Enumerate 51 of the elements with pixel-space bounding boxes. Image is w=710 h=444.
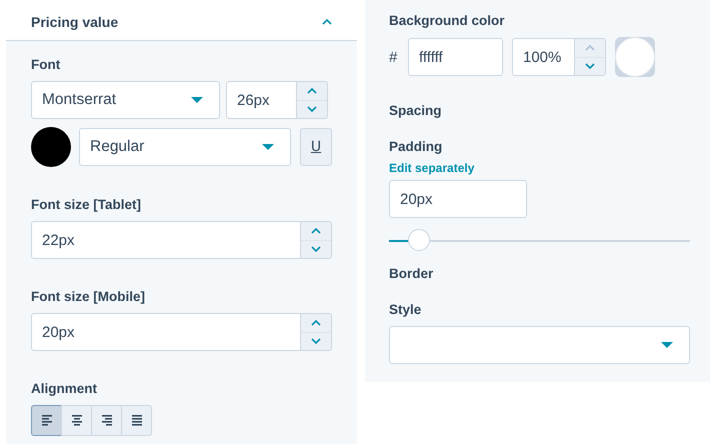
caret-icon	[661, 342, 673, 348]
color-swatch[interactable]	[31, 127, 71, 167]
number-field[interactable]: 100%	[512, 38, 575, 76]
chevron-down-icon	[311, 338, 321, 344]
align-left-button[interactable]	[31, 405, 62, 436]
caret-icon	[262, 144, 274, 150]
field-label: Background color	[389, 13, 505, 29]
chevron-up-icon	[311, 228, 321, 234]
decrement-button[interactable]	[301, 240, 331, 258]
number-field[interactable]: 20px	[31, 313, 301, 351]
color-swatch[interactable]	[615, 37, 655, 77]
field-label: Font size [Mobile]	[31, 289, 146, 305]
increment-button[interactable]	[301, 314, 331, 332]
slider-thumb[interactable]	[408, 229, 430, 251]
chevron-down-icon	[311, 246, 321, 252]
decrement-button[interactable]	[301, 332, 331, 350]
decrement-button[interactable]	[297, 100, 327, 118]
chevron-down-icon	[585, 63, 595, 70]
underline-button[interactable]: U	[300, 128, 332, 166]
field-label: Font size [Tablet]	[31, 197, 142, 213]
section-heading: Spacing	[389, 103, 442, 119]
field-label: Alignment	[31, 381, 98, 397]
dropdown[interactable]: Montserrat	[31, 81, 220, 119]
hash-symbol: #	[389, 48, 398, 66]
slider[interactable]	[389, 229, 690, 253]
field-label: Padding	[389, 139, 442, 155]
section-header[interactable]: Pricing value	[6, 0, 357, 41]
dropdown[interactable]: Regular	[79, 128, 291, 166]
chevron-up-icon	[311, 320, 321, 326]
number-field[interactable]: 22px	[31, 221, 301, 259]
padding-field[interactable]: 20px	[389, 180, 527, 218]
chevron-up-icon	[322, 19, 332, 25]
hex-field[interactable]: ffffff	[408, 38, 503, 76]
increment-button[interactable]	[301, 222, 331, 240]
chevron-down-icon	[307, 106, 317, 112]
section-heading: Border	[389, 266, 434, 282]
field-label: Style	[389, 302, 422, 318]
align-justify-button[interactable]	[121, 405, 152, 436]
chevron-up-icon	[307, 88, 317, 94]
chevron-up-icon	[585, 44, 595, 51]
decrement-button[interactable]	[575, 56, 605, 75]
caret-icon	[191, 97, 203, 103]
align-center-icon	[72, 415, 82, 426]
number-field[interactable]: 26px	[226, 81, 297, 119]
increment-button[interactable]	[297, 82, 327, 100]
align-justify-icon	[132, 415, 142, 426]
align-right-icon	[102, 415, 112, 426]
align-left-icon	[42, 415, 52, 426]
align-center-button[interactable]	[61, 405, 92, 436]
align-right-button[interactable]	[91, 405, 122, 436]
field-label: Font	[31, 57, 62, 73]
